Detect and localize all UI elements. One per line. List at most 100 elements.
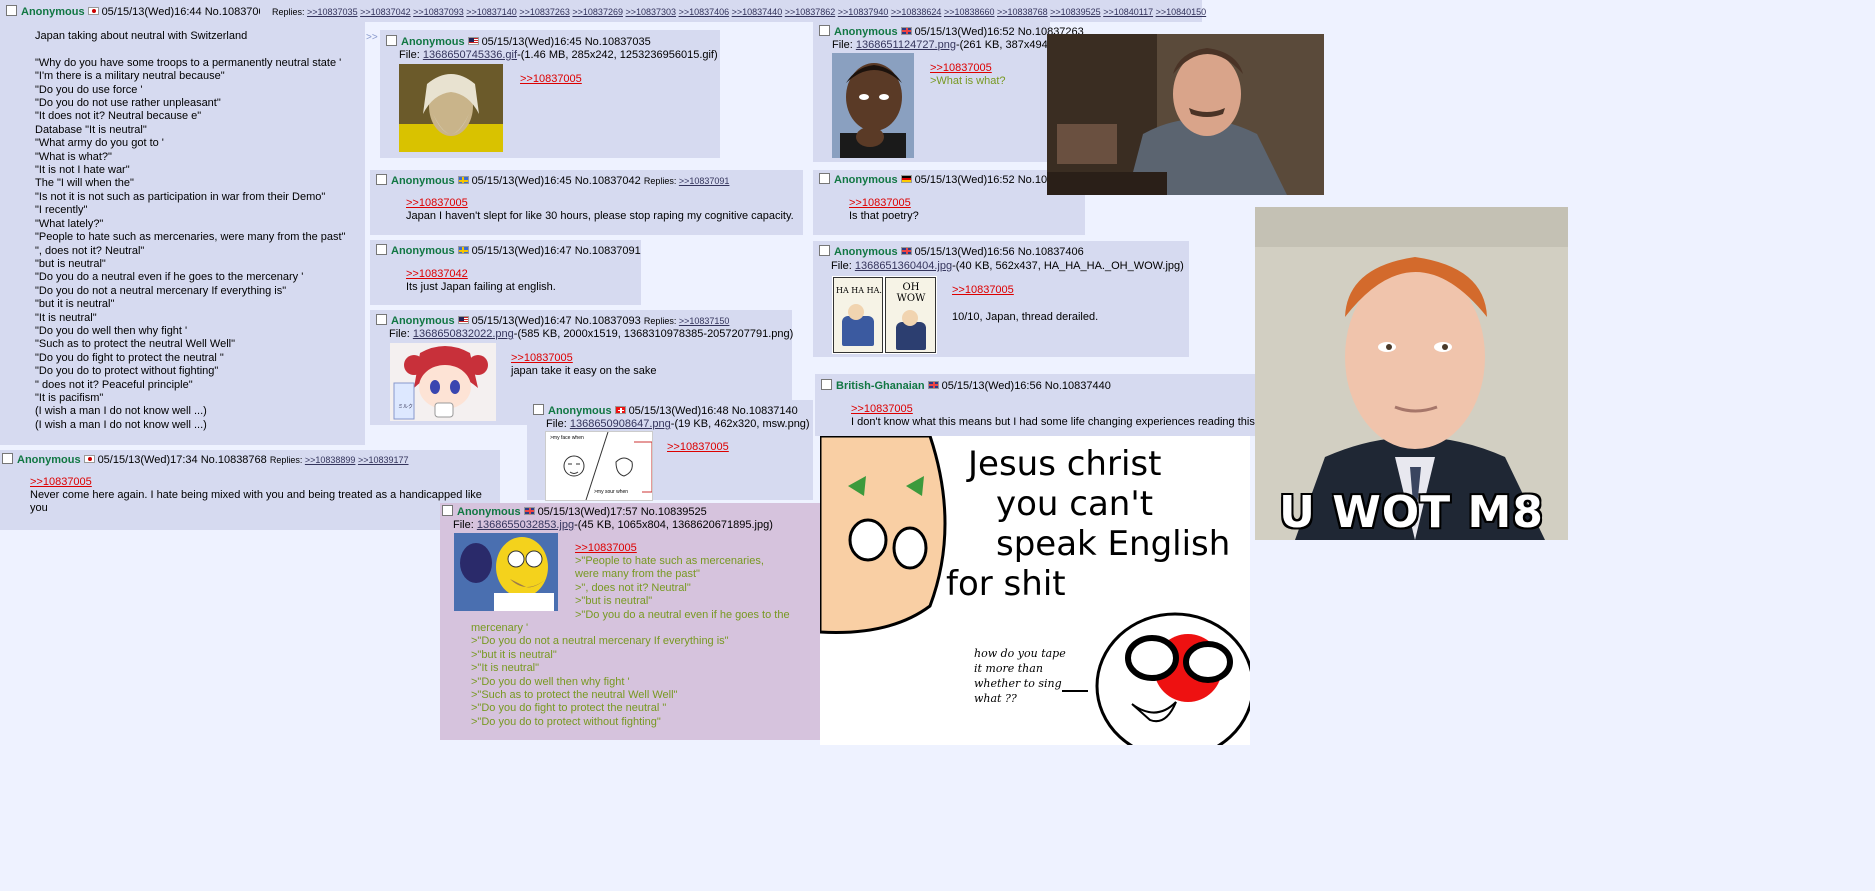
post-header: Anonymous 05/15/13(Wed)16:52 No.10837263 [819,25,1084,39]
quote-link[interactable]: >>10837005 [520,73,582,85]
file-link[interactable]: 1368650908647.png [570,418,671,430]
greentext-line: >"but is neutral" [575,595,653,608]
post-checkbox[interactable] [376,174,387,185]
japan-flag-icon [83,455,95,463]
post-number[interactable]: No.10838768 [201,454,267,466]
op-message-line: (I wish a man I do not know well ...) [35,418,207,431]
post-number[interactable]: No.10837035 [585,36,651,48]
quote-link[interactable]: >>10837005 [849,197,911,209]
post-message: Is that poetry? [849,210,919,222]
post-checkbox[interactable] [533,404,544,415]
post-checkbox[interactable] [442,505,453,516]
quote-link[interactable]: >>10837005 [930,62,992,74]
reply-link[interactable]: >>10838624 [891,7,942,17]
replies: Replies: >>10838899 >>10839177 [270,455,409,465]
reply-link[interactable]: >>10837042 [360,7,411,17]
poster-name: Anonymous [401,36,465,48]
quote-link[interactable]: >>10837005 [952,284,1014,296]
post-checkbox[interactable] [819,173,830,184]
reply-link[interactable]: >>10837440 [732,7,783,17]
reply-link[interactable]: >>10837406 [679,7,730,17]
reply-link[interactable]: >>10837862 [785,7,836,17]
thumbnail-boy[interactable] [832,53,914,158]
file-link[interactable]: 1368650745336.gif [423,49,517,61]
uk-flag-icon [900,247,912,255]
reply-link[interactable]: >>10839177 [358,455,409,465]
image-man-at-desk [1047,34,1324,195]
quote-link[interactable]: >>10837005 [30,476,92,488]
quote-link[interactable]: >>10837042 [406,268,468,280]
post-number[interactable]: No.10837440 [1045,380,1111,392]
reply-link[interactable]: >>10837269 [572,7,623,17]
op-checkbox[interactable] [6,5,17,16]
post-date: 05/15/13(Wed)16:47 [471,245,572,257]
thumbnail-rage-comic[interactable]: >my face when >my sour when [545,431,653,501]
reply-link[interactable]: >>10838768 [997,7,1048,17]
post-number[interactable]: No.10837091 [575,245,641,257]
reply-link[interactable]: >>10839525 [1050,7,1101,17]
file-link[interactable]: 1368655032853.jpg [477,519,574,531]
post-checkbox[interactable] [819,245,830,256]
thumbnail-homer[interactable] [454,533,558,611]
post-checkbox[interactable] [386,35,397,46]
file-link[interactable]: 1368651124727.png [856,39,956,51]
thumbnail-anime-girl[interactable]: ミルク [390,343,496,421]
quote-link[interactable]: >>10837005 [667,441,729,453]
reply-link[interactable]: >>10837303 [625,7,676,17]
post-number[interactable]: No.10 [1018,174,1047,186]
reply-link[interactable]: >>10837093 [413,7,464,17]
greentext-line: mercenary ' [471,622,529,634]
op-message-line: "Do you do not use rather unpleasant" [35,97,221,110]
post-header: Anonymous 05/15/13(Wed)17:34 No.10838768 … [2,453,409,467]
reply-link[interactable]: >>10838899 [305,455,356,465]
post-number[interactable]: No.10837406 [1018,246,1084,258]
file-label: File: [399,49,420,61]
quote-link[interactable]: >>10837005 [575,542,637,554]
reply-link[interactable]: >>10837263 [519,7,570,17]
file-info: File: 1368651124727.png-(261 KB, 387x494… [832,38,1051,52]
sweden-flag-icon [457,176,469,184]
post-number[interactable]: No.10837042 [575,175,641,187]
post-message: Japan I haven't slept for like 30 hours,… [406,210,794,222]
post-number[interactable]: No.10837093 [575,315,641,327]
op-message-line: "What lately?" [35,217,104,230]
post-date: 05/15/13(Wed)16:52 [914,26,1015,38]
replies-label: Replies: [643,176,677,186]
quote-link[interactable]: >>10837005 [851,403,913,415]
greentext-line: >"Do you do a neutral even if he goes to… [575,608,790,621]
file-link[interactable]: 1368650832022.png [413,328,514,340]
op-message: Japan taking about neutral with Switzerl… [35,30,363,432]
post-message: Its just Japan failing at english. [406,281,556,293]
op-message-line: "Do you do use force ' [35,83,143,96]
post-date: 05/15/13(Wed)16:47 [471,315,572,327]
post-checkbox[interactable] [376,314,387,325]
post-checkbox[interactable] [821,379,832,390]
thinking-boy-image [832,53,914,158]
reply-link[interactable]: >>10837035 [307,7,358,17]
reply-link[interactable]: >>10837091 [679,176,730,186]
reply-link[interactable]: >>10840150 [1156,7,1207,17]
reply-link[interactable]: >>10837150 [679,316,730,326]
reply-link[interactable]: >>10837140 [466,7,517,17]
comic-big-line-2: you can't [996,484,1154,524]
replies-label: Replies: [643,316,677,326]
thumbnail-bearded-man[interactable] [399,64,503,152]
poster-name: Anonymous [834,26,898,38]
greentext-line: were many from the past" [575,568,700,581]
file-link[interactable]: 1368651360404.jpg [855,260,952,272]
quote-link[interactable]: >>10837005 [511,352,573,364]
greentext-line: >"Such as to protect the neutral Well We… [471,689,678,702]
reply-link[interactable]: >>10840117 [1103,7,1153,17]
reply-link[interactable]: >>10838660 [944,7,995,17]
post-number[interactable]: No.10839525 [641,506,707,518]
quote-link[interactable]: >>10837005 [406,197,468,209]
comic-panel-right: OH WOW [885,277,936,353]
post-number[interactable]: No.10837140 [732,405,798,417]
post-checkbox[interactable] [376,244,387,255]
reply-link[interactable]: >>10837940 [838,7,889,17]
thumbnail-ha-ha-oh-wow[interactable]: HA HA HA. OH WOW [832,276,937,354]
image-polandball-comic: Jesus christ you can't speak English for… [820,436,1250,745]
post-checkbox[interactable] [819,25,830,36]
comic-figure-right [896,322,926,350]
post-checkbox[interactable] [2,453,13,464]
